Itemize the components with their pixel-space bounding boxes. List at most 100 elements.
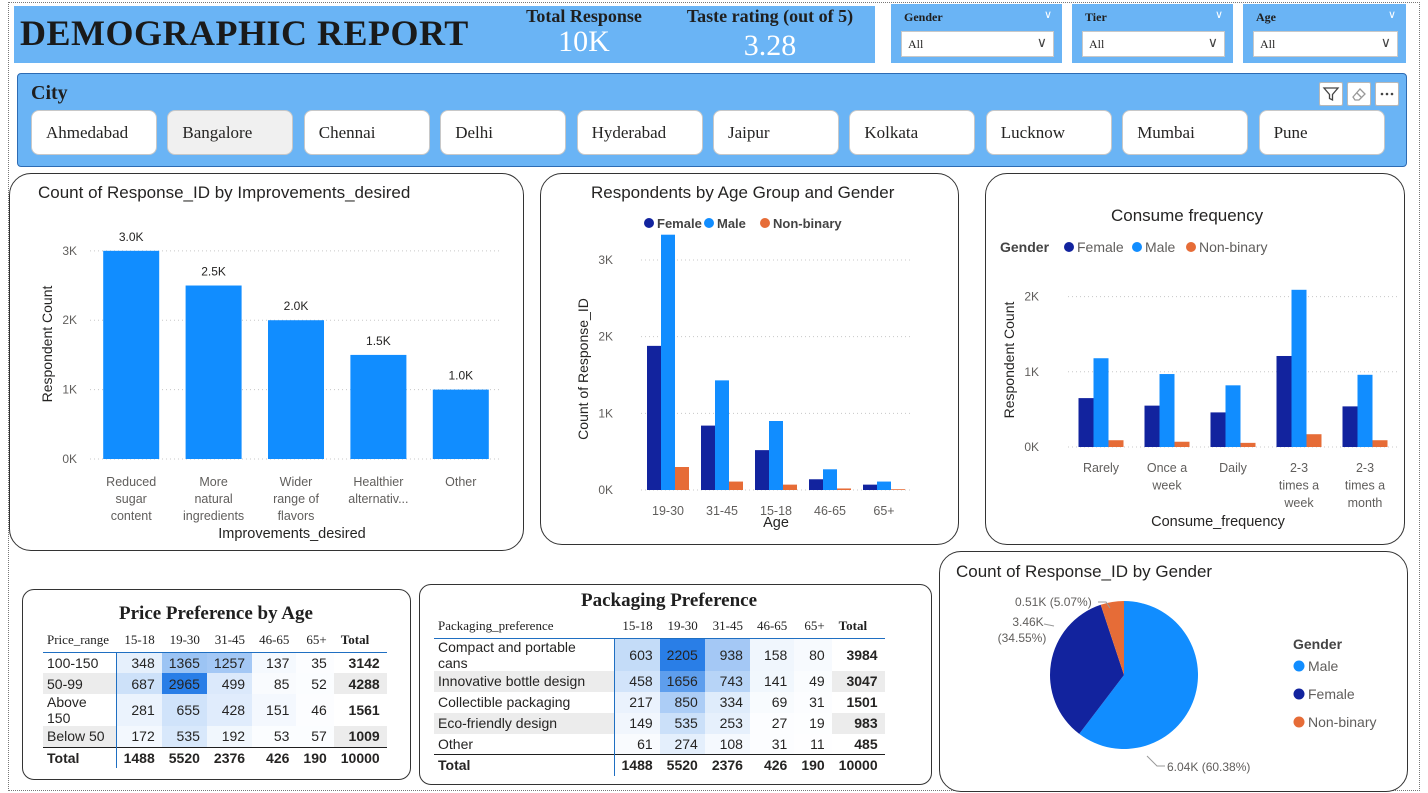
bar-reduced-sugar-content[interactable] xyxy=(103,250,160,459)
bar-non-binary-65[interactable] xyxy=(891,489,905,490)
bar-more-natural-ingredients[interactable] xyxy=(185,285,242,459)
gender-dropdown[interactable]: All ∨ xyxy=(901,31,1054,57)
city-button-pune[interactable]: Pune xyxy=(1258,110,1385,155)
chevron-down-icon[interactable]: ∨ xyxy=(1215,8,1223,21)
bar-female-once-a-week[interactable] xyxy=(1144,405,1160,447)
table-cell: 1365 xyxy=(161,652,207,673)
bar-female-daily[interactable] xyxy=(1210,412,1226,447)
bar-male-2-3-times-a-week[interactable] xyxy=(1291,289,1307,447)
bar-other[interactable] xyxy=(432,389,489,459)
legend-label-male[interactable]: Male xyxy=(717,216,746,231)
column-header-price-range[interactable]: Price_range xyxy=(43,628,117,653)
eraser-icon[interactable] xyxy=(1347,82,1371,106)
legend-label-female[interactable]: Female xyxy=(1077,239,1124,255)
column-header-15-18[interactable]: 15-18 xyxy=(116,628,162,653)
legend-label-non-binary[interactable]: Non-binary xyxy=(1199,239,1267,255)
legend-label-male[interactable]: Male xyxy=(1308,658,1339,674)
city-button-chennai[interactable]: Chennai xyxy=(303,110,430,155)
city-button-ahmedabad[interactable]: Ahmedabad xyxy=(31,110,157,155)
total-cell: 5520 xyxy=(161,746,207,768)
legend-label-non-binary[interactable]: Non-binary xyxy=(1308,714,1376,730)
pie-data-label: 0.51K (5.07%) xyxy=(1015,595,1092,609)
chevron-down-icon[interactable]: ∨ xyxy=(1044,8,1052,21)
table-cell: 57 xyxy=(296,726,334,747)
bar-male-31-45[interactable] xyxy=(715,380,729,490)
column-header-46-65[interactable]: 46-65 xyxy=(252,628,297,653)
column-header-31-45[interactable]: 31-45 xyxy=(206,628,253,653)
legend-label-female[interactable]: Female xyxy=(1308,686,1355,702)
column-header-65[interactable]: 65+ xyxy=(794,614,832,639)
bar-female-2-3-times-a-month[interactable] xyxy=(1342,406,1358,447)
bar-wider-range-of-flavors[interactable] xyxy=(268,320,324,459)
kpi-value: 10K xyxy=(558,25,610,58)
column-header-packaging-preference[interactable]: Packaging_preference xyxy=(434,614,614,639)
city-slicer: City Ahmedabad Bangalore Chennai Delhi Hyder… xyxy=(17,73,1407,167)
bar-male-daily[interactable] xyxy=(1225,385,1241,447)
bar-male-once-a-week[interactable] xyxy=(1159,374,1175,447)
row-total: 485 xyxy=(854,735,878,752)
legend-label-non-binary[interactable]: Non-binary xyxy=(773,216,842,231)
column-header-total[interactable]: Total xyxy=(333,628,387,653)
column-header-19-30[interactable]: 19-30 xyxy=(659,614,705,639)
bar-non-binary-31-45[interactable] xyxy=(729,481,743,490)
legend-label-male[interactable]: Male xyxy=(1145,239,1176,255)
legend-label-female[interactable]: Female xyxy=(657,216,702,231)
bar-male-15-18[interactable] xyxy=(769,421,783,490)
bar-male-46-65[interactable] xyxy=(823,469,837,490)
city-button-jaipur[interactable]: Jaipur xyxy=(713,110,839,155)
bar-non-binary-2-3-times-a-week[interactable] xyxy=(1306,434,1322,447)
column-header-65[interactable]: 65+ xyxy=(296,628,334,653)
bar-female-rarely[interactable] xyxy=(1078,398,1094,447)
bar-female-65[interactable] xyxy=(863,484,877,490)
x-tick-label: week xyxy=(1283,496,1314,510)
city-button-kolkata[interactable]: Kolkata xyxy=(849,110,976,155)
city-button-hyderabad[interactable]: Hyderabad xyxy=(576,110,703,155)
bar-non-binary-19-30[interactable] xyxy=(675,467,689,490)
bar-male-19-30[interactable] xyxy=(661,234,675,490)
column-header-31-45[interactable]: 31-45 xyxy=(704,614,750,639)
x-tick-label: month xyxy=(1348,496,1383,510)
bar-female-2-3-times-a-week[interactable] xyxy=(1276,355,1292,447)
x-tick-label: ingredients xyxy=(183,509,244,523)
bar-female-31-45[interactable] xyxy=(701,425,715,490)
more-options-icon[interactable] xyxy=(1375,82,1399,106)
bar-male-65[interactable] xyxy=(877,481,891,490)
y-tick-label: 2K xyxy=(1024,290,1039,304)
bar-male-rarely[interactable] xyxy=(1093,358,1109,447)
x-tick-label: Other xyxy=(445,475,476,489)
filter-icon[interactable] xyxy=(1319,82,1343,106)
x-tick-label: Healthier xyxy=(353,475,403,489)
bar-non-binary-2-3-times-a-month[interactable] xyxy=(1372,440,1388,447)
total-row: Total 1488 5520 2376 426 190 10000 xyxy=(434,754,885,776)
bar-female-19-30[interactable] xyxy=(647,345,661,490)
row-total: 3984 xyxy=(846,646,878,663)
city-button-bangalore[interactable]: Bangalore xyxy=(167,110,294,155)
city-button-lucknow[interactable]: Lucknow xyxy=(985,110,1112,155)
bar-non-binary-daily[interactable] xyxy=(1240,442,1256,447)
column-header-15-18[interactable]: 15-18 xyxy=(614,614,660,639)
bar-healthier-alternativ[interactable] xyxy=(350,354,407,459)
column-header-total[interactable]: Total xyxy=(831,614,885,639)
bar-male-2-3-times-a-month[interactable] xyxy=(1357,374,1373,447)
chevron-down-icon[interactable]: ∨ xyxy=(1388,8,1396,21)
y-tick-label: 0K xyxy=(598,483,613,497)
bar-non-binary-once-a-week[interactable] xyxy=(1174,441,1190,447)
column-header-19-30[interactable]: 19-30 xyxy=(161,628,207,653)
tier-dropdown[interactable]: All ∨ xyxy=(1082,31,1225,57)
chevron-down-icon: ∨ xyxy=(1036,36,1047,51)
bar-female-15-18[interactable] xyxy=(755,450,769,490)
total-row: Total 1488 5520 2376 426 190 10000 xyxy=(43,746,387,768)
data-label: 2.0K xyxy=(284,299,309,313)
table-cell: 274 xyxy=(659,733,705,755)
column-header-46-65[interactable]: 46-65 xyxy=(749,614,795,639)
city-button-mumbai[interactable]: Mumbai xyxy=(1122,110,1249,155)
bar-non-binary-rarely[interactable] xyxy=(1108,440,1124,447)
bar-non-binary-15-18[interactable] xyxy=(783,484,797,490)
city-button-delhi[interactable]: Delhi xyxy=(440,110,567,155)
bar-female-46-65[interactable] xyxy=(809,479,823,490)
table-cell: 850 xyxy=(659,691,705,713)
bar-non-binary-46-65[interactable] xyxy=(837,488,851,490)
dropdown-value: All xyxy=(1089,37,1105,51)
x-tick-label: week xyxy=(1151,479,1182,493)
age-dropdown[interactable]: All ∨ xyxy=(1253,31,1398,57)
